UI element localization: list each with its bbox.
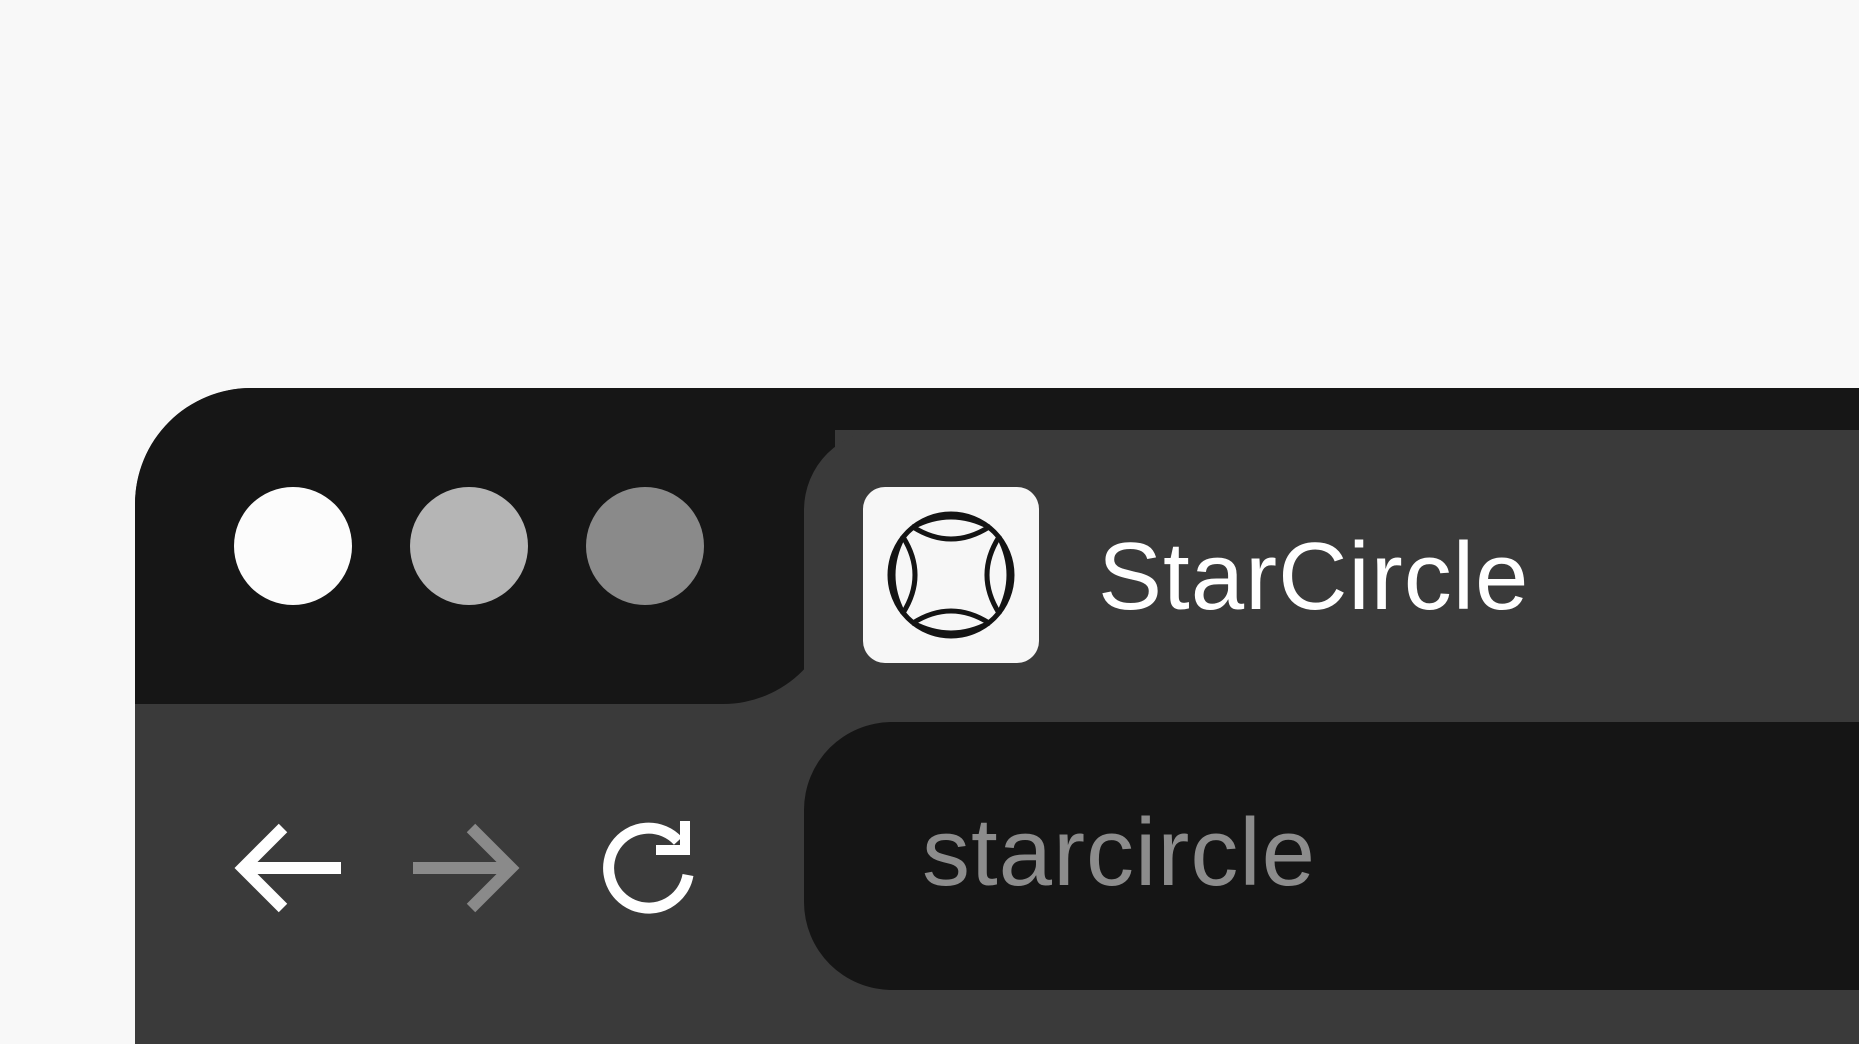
starcircle-logo-icon [863,487,1039,663]
reload-icon [603,821,694,914]
browser-window: StarCircle starcircle [135,388,1859,1044]
back-button[interactable] [229,808,349,928]
titlebar-strip [785,388,1859,430]
maximize-window-button[interactable] [586,487,704,605]
starcircle-logo-icon-svg [887,511,1015,639]
minimize-window-button[interactable] [410,487,528,605]
screen: StarCircle starcircle [0,0,1859,1044]
forward-button[interactable] [405,808,525,928]
tab-title: StarCircle [1098,523,1530,630]
close-window-button[interactable] [234,487,352,605]
reload-button[interactable] [589,808,709,928]
arrow-left-icon [234,823,341,913]
arrow-right-icon [413,823,520,913]
address-input[interactable]: starcircle [922,798,1316,908]
